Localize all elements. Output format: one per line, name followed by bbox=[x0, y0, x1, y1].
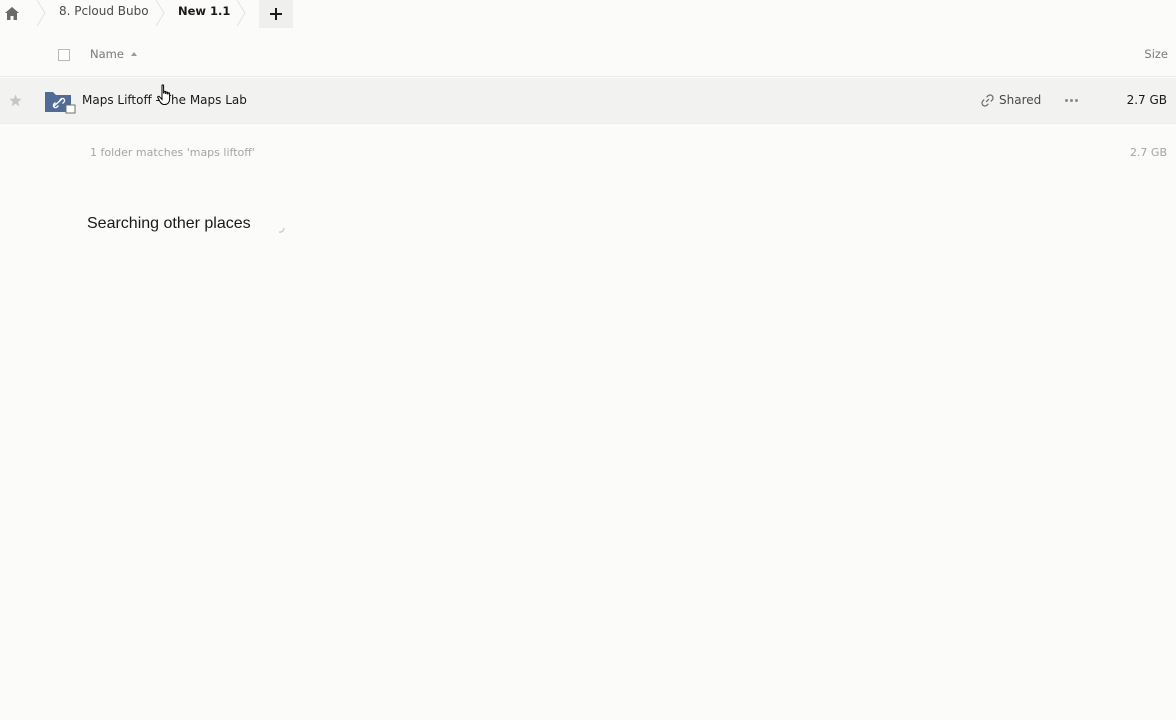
sort-ascending-icon bbox=[131, 52, 137, 56]
search-summary: 1 folder matches 'maps liftoff' bbox=[90, 146, 255, 159]
table-row[interactable]: Maps Liftoff - The Maps Lab Shared 2.7 G… bbox=[0, 78, 1176, 124]
chevron-right-icon bbox=[236, 0, 246, 26]
link-icon bbox=[981, 93, 994, 107]
loading-spinner-icon bbox=[278, 227, 285, 233]
searching-other-places-heading: Searching other places bbox=[87, 215, 251, 232]
home-button[interactable] bbox=[0, 0, 24, 26]
chevron-right-icon bbox=[36, 0, 46, 26]
summary-size: 2.7 GB bbox=[1129, 146, 1167, 159]
shared-folder-icon bbox=[45, 92, 76, 114]
size-column-header[interactable]: Size bbox=[1144, 47, 1168, 61]
name-column-header[interactable]: Name bbox=[90, 47, 124, 61]
more-options-button[interactable] bbox=[1062, 90, 1080, 110]
chevron-right-icon bbox=[155, 0, 165, 26]
breadcrumb-item-pcloud-bubo[interactable]: 8. Pcloud Bubo bbox=[59, 4, 149, 18]
breadcrumb: 8. Pcloud Bubo New 1.1 bbox=[0, 0, 1176, 28]
file-size: 2.7 GB bbox=[1126, 93, 1167, 107]
select-all-checkbox[interactable] bbox=[58, 49, 70, 61]
home-icon bbox=[5, 6, 19, 20]
star-icon[interactable] bbox=[9, 94, 22, 107]
shared-label: Shared bbox=[999, 93, 1042, 107]
breadcrumb-item-current[interactable]: New 1.1 bbox=[178, 4, 230, 18]
add-button[interactable] bbox=[259, 0, 293, 28]
hand-cursor-icon bbox=[157, 84, 171, 105]
plus-icon bbox=[270, 8, 282, 20]
more-icon bbox=[1064, 98, 1068, 102]
table-header: Name Size bbox=[0, 36, 1176, 77]
shared-button[interactable]: Shared bbox=[981, 93, 1041, 107]
